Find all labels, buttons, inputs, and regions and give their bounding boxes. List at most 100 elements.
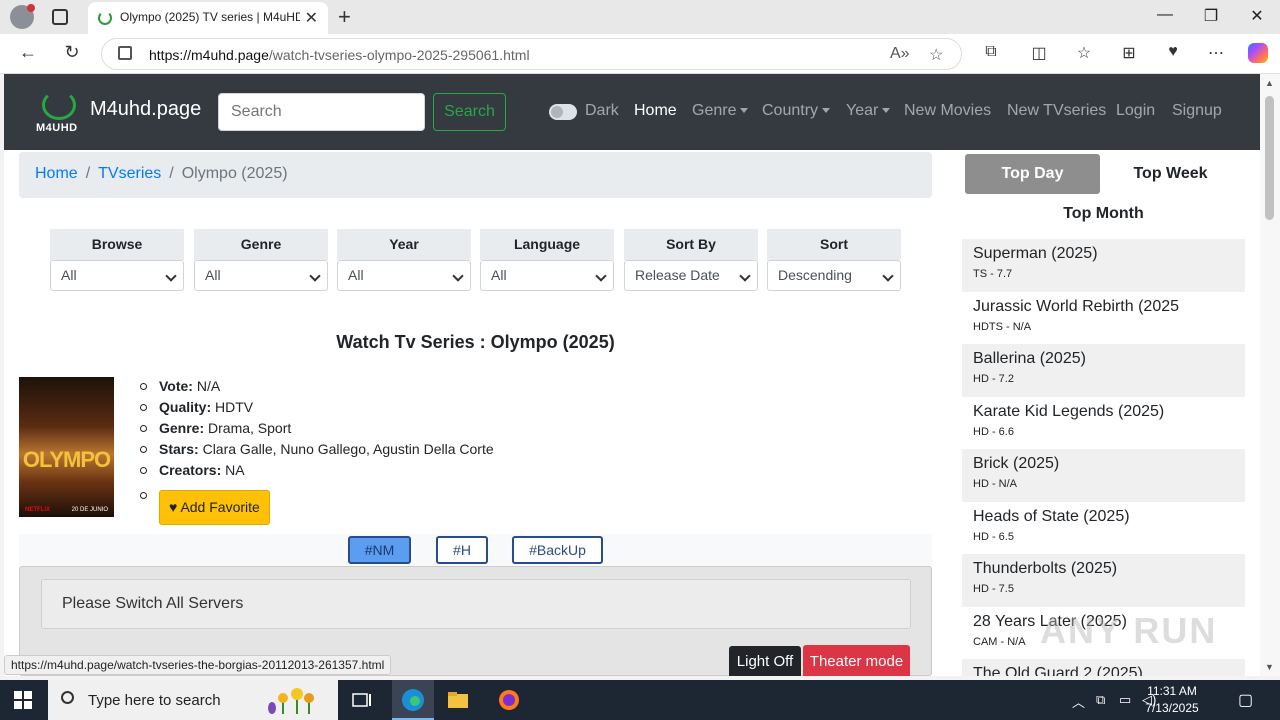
site-logo[interactable]: M4UHD — [36, 88, 86, 134]
close-window-icon[interactable]: ✕ — [1242, 6, 1272, 26]
copilot-icon[interactable] — [1248, 43, 1268, 63]
taskbar-search[interactable]: Type here to search — [48, 680, 338, 720]
theater-mode-button[interactable]: Theater mode — [803, 645, 910, 676]
server-backup-button[interactable]: #BackUp — [512, 536, 603, 564]
item-meta: HD - 6.6 — [973, 425, 1014, 438]
nav-new-tvseries[interactable]: New TVseries — [1007, 102, 1106, 120]
poster-title: OLYMPO — [22, 447, 111, 472]
tab-actions-icon[interactable] — [52, 9, 68, 25]
item-meta: HD - 7.2 — [973, 373, 1014, 385]
nav-signup[interactable]: Signup — [1172, 102, 1222, 120]
split-screen-icon[interactable]: ◫ — [1027, 43, 1051, 63]
list-item[interactable]: Karate Kid Legends (2025) HD - 6.6 — [962, 397, 1245, 450]
filter-year: Year All — [337, 229, 471, 291]
scroll-up-icon[interactable]: ▲ — [1265, 78, 1274, 88]
filter-select[interactable]: All — [50, 260, 184, 291]
tray-chevron-icon[interactable]: ︿ — [1072, 692, 1085, 711]
restore-icon[interactable]: ❐ — [1196, 6, 1226, 26]
filter-label: Language — [480, 229, 614, 260]
nav-genre[interactable]: Genre — [692, 102, 749, 120]
taskbar-clock[interactable]: 11:31 AM 7/13/2025 — [1140, 683, 1204, 717]
filter-select[interactable]: Descending — [767, 260, 901, 291]
poster-image[interactable]: OLYMPO NETFLIX 20 DE JUNIO — [19, 377, 114, 517]
nav-home[interactable]: Home — [634, 102, 677, 120]
nav-country-label: Country — [762, 102, 819, 119]
filter-select[interactable]: All — [194, 260, 328, 291]
search-button[interactable]: Search — [433, 93, 506, 131]
breadcrumb-home[interactable]: Home — [35, 165, 78, 182]
dark-label[interactable]: Dark — [585, 102, 619, 120]
more-menu-icon[interactable]: ⋯ — [1204, 43, 1228, 63]
lock-icon[interactable] — [118, 46, 132, 60]
filter-select[interactable]: Release Date — [624, 260, 758, 291]
add-favorite-button[interactable]: ♥ Add Favorite — [159, 490, 270, 525]
tray-device-icon[interactable]: ⧉ — [1096, 692, 1105, 708]
url-input[interactable]: https://m4uhd.page/watch-tvseries-olympo… — [101, 38, 962, 70]
item-title: Karate Kid Legends (2025) — [973, 402, 1165, 420]
favorites-icon[interactable]: ☆ — [1072, 43, 1096, 63]
list-item[interactable]: Brick (2025) HD - N/A — [962, 449, 1245, 502]
nav-new-movies[interactable]: New Movies — [904, 102, 991, 120]
edge-icon — [402, 689, 424, 711]
task-view-icon[interactable] — [350, 688, 374, 712]
server-h-button[interactable]: #H — [436, 536, 488, 564]
collections-icon[interactable]: ⊞ — [1117, 43, 1141, 63]
watch-title: Watch Tv Series : Olympo (2025) — [336, 332, 615, 352]
item-meta: HDTS - N/A — [973, 320, 1032, 333]
filter-label: Sort By — [624, 229, 758, 260]
list-item[interactable]: The Old Guard 2 (2025) — [962, 659, 1245, 676]
browser-tab-active[interactable]: Olympo (2025) TV series | M4uHD ✕ — [88, 2, 328, 34]
list-item[interactable]: Jurassic World Rebirth (2025 HDTS - N/A — [962, 292, 1245, 345]
tab-top-day[interactable]: Top Day — [965, 154, 1100, 194]
tab-top-month[interactable]: Top Month — [962, 200, 1245, 228]
nav-login[interactable]: Login — [1116, 102, 1155, 120]
site-brand[interactable]: M4uhd.page — [90, 98, 201, 121]
breadcrumb-tvseries[interactable]: TVseries — [98, 165, 161, 182]
list-item[interactable]: Superman (2025) TS - 7.7 — [962, 239, 1245, 292]
back-icon[interactable]: ← — [16, 42, 40, 63]
filter-select[interactable]: All — [337, 260, 471, 291]
read-aloud-icon[interactable]: A» — [890, 45, 910, 63]
nav-year[interactable]: Year — [846, 102, 891, 120]
tab-top-week[interactable]: Top Week — [1103, 154, 1238, 194]
light-off-button[interactable]: Light Off — [729, 646, 801, 676]
browser-tab-bar: Olympo (2025) TV series | M4uHD ✕ + — ❐ … — [0, 0, 1280, 34]
file-explorer-icon[interactable] — [446, 688, 470, 712]
scroll-down-icon[interactable]: ▼ — [1265, 662, 1274, 672]
page-scrollbar[interactable]: ▲ ▼ — [1260, 74, 1280, 676]
list-item[interactable]: Ballerina (2025) HD - 7.2 — [962, 344, 1245, 397]
movie-info-list: Vote: N/A Quality: HDTV Genre: Drama, Sp… — [140, 376, 494, 525]
breadcrumb: Home / TVseries / Olympo (2025) — [19, 152, 932, 198]
network-icon[interactable]: ▭ — [1119, 692, 1131, 708]
browser-essentials-icon[interactable]: ♥ — [1161, 43, 1185, 61]
server-nm-button[interactable]: #NM — [348, 536, 411, 564]
favorite-star-icon[interactable]: ☆ — [929, 45, 943, 65]
edge-taskbar-button[interactable] — [392, 680, 434, 720]
item-meta: HD - 7.5 — [973, 583, 1014, 595]
filter-sort-by: Sort By Release Date — [624, 229, 758, 291]
dark-mode-toggle[interactable] — [549, 104, 577, 120]
extensions-icon[interactable]: ⧉ — [979, 43, 1003, 61]
info-quality: Quality: HDTV — [140, 397, 494, 418]
nav-country[interactable]: Country — [762, 102, 831, 120]
scrollbar-thumb[interactable] — [1265, 96, 1274, 220]
new-tab-icon[interactable]: + — [338, 4, 351, 30]
refresh-icon[interactable]: ↻ — [60, 42, 84, 63]
filter-label: Genre — [194, 229, 328, 260]
link-status-bar: https://m4uhd.page/watch-tvseries-the-bo… — [4, 655, 392, 675]
search-input[interactable] — [218, 93, 425, 131]
item-title: Superman (2025) — [973, 245, 1098, 262]
list-item[interactable]: Heads of State (2025) HD - 6.5 — [962, 502, 1245, 555]
windows-start-icon[interactable] — [14, 691, 32, 709]
heart-icon: ♥ — [169, 499, 178, 515]
poster-netflix: NETFLIX — [25, 507, 50, 513]
minimize-icon[interactable]: — — [1150, 6, 1180, 24]
filter-select[interactable]: All — [480, 260, 614, 291]
firefox-icon[interactable] — [497, 688, 521, 712]
close-tab-icon[interactable]: ✕ — [305, 8, 318, 28]
filter-label: Sort — [767, 229, 901, 260]
notifications-icon[interactable]: ▢ — [1238, 690, 1253, 710]
profile-avatar-icon[interactable] — [10, 4, 35, 29]
filter-language: Language All — [480, 229, 614, 291]
list-item[interactable]: Thunderbolts (2025) HD - 7.5 — [962, 554, 1245, 607]
